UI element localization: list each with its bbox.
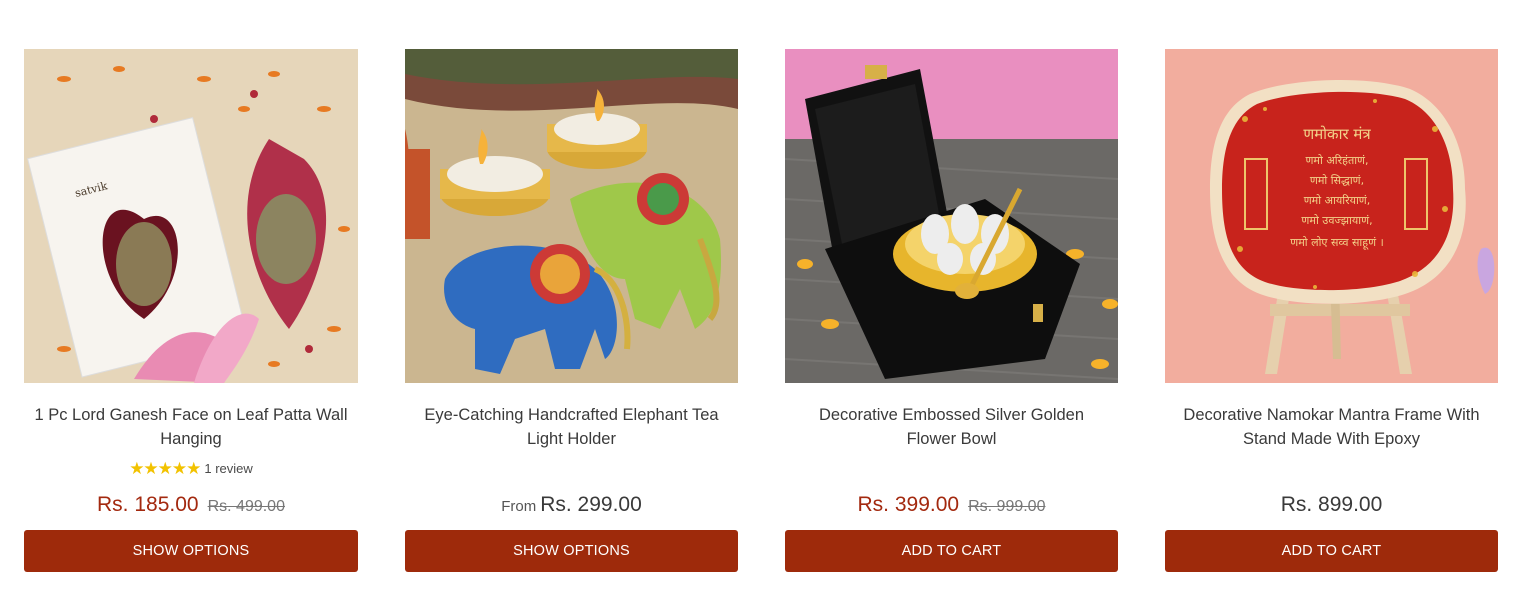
review-count[interactable]: 1 review [204, 461, 252, 476]
regular-price: Rs. 899.00 [1280, 493, 1383, 516]
price-row: Rs. 399.00 Rs. 999.00 [785, 493, 1118, 517]
product-card[interactable]: णमोकार मंत्र णमो अरिहंताणं, णमो सिद्धाणं… [1165, 49, 1498, 572]
price-row: Rs. 185.00 Rs. 499.00 [24, 493, 358, 517]
frame-line: णमो सिद्धाणं, [1310, 174, 1364, 187]
product-image[interactable]: satvik [24, 49, 358, 383]
price-row: From Rs. 299.00 [405, 493, 738, 517]
frame-line: णमो अरिहंताणं, [1305, 154, 1368, 167]
product-title[interactable]: Decorative Embossed Silver Golden Flower… [793, 403, 1110, 451]
product-title[interactable]: Decorative Namokar Mantra Frame With Sta… [1173, 403, 1490, 451]
product-grid: satvik 1 Pc Lord Ganesh Face on Leaf Pat… [0, 0, 1524, 594]
product-card[interactable]: satvik 1 Pc Lord Ganesh Face on Leaf Pat… [24, 49, 358, 572]
frame-line: णमो उवज्झायाणं, [1301, 214, 1372, 227]
price-from-label: From [501, 498, 537, 515]
rating [785, 457, 1118, 479]
compare-price: Rs. 499.00 [207, 498, 285, 515]
product-card[interactable]: Decorative Embossed Silver Golden Flower… [785, 49, 1118, 572]
product-card[interactable]: Eye-Catching Handcrafted Elephant Tea Li… [405, 49, 738, 572]
rating [405, 457, 738, 479]
rating [1165, 457, 1498, 479]
show-options-button[interactable]: SHOW OPTIONS [405, 530, 738, 572]
price-row: Rs. 899.00 [1165, 493, 1498, 517]
frame-heading: णमोकार मंत्र [1303, 125, 1371, 143]
add-to-cart-button[interactable]: ADD TO CART [1165, 530, 1498, 572]
sale-price: Rs. 185.00 [97, 493, 199, 516]
product-title[interactable]: 1 Pc Lord Ganesh Face on Leaf Patta Wall… [32, 403, 350, 451]
add-to-cart-button[interactable]: ADD TO CART [785, 530, 1118, 572]
rating: ★★★★★ 1 review [24, 457, 358, 479]
frame-line: णमो लोए सव्व साहूणं । [1290, 236, 1383, 250]
frame-line: णमो आयरियाणं, [1304, 194, 1371, 207]
star-rating-icon: ★★★★★ [129, 458, 201, 478]
product-image[interactable]: णमोकार मंत्र णमो अरिहंताणं, णमो सिद्धाणं… [1165, 49, 1498, 383]
product-title[interactable]: Eye-Catching Handcrafted Elephant Tea Li… [413, 403, 730, 451]
sale-price: Rs. 399.00 [857, 493, 960, 516]
compare-price: Rs. 999.00 [968, 498, 1046, 515]
product-image[interactable] [785, 49, 1118, 383]
show-options-button[interactable]: SHOW OPTIONS [24, 530, 358, 572]
regular-price: Rs. 299.00 [540, 493, 642, 516]
product-image[interactable] [405, 49, 738, 383]
